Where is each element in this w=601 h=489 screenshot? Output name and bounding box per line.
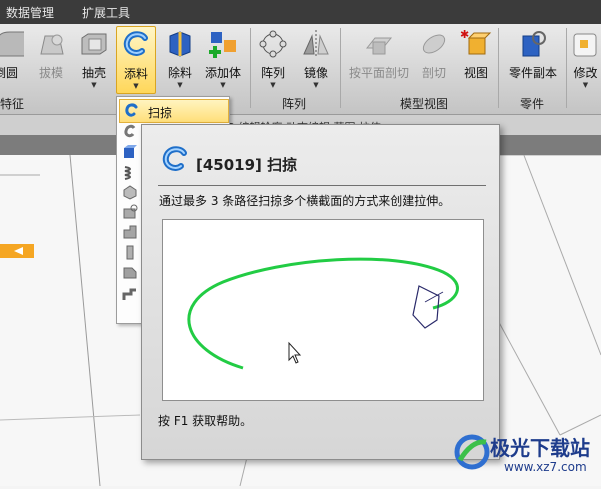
helix-icon — [122, 164, 138, 180]
view-button[interactable]: ✱ 视图 — [460, 26, 492, 92]
ribbon-separator — [566, 28, 567, 108]
add-body-button[interactable]: 添加体 ▼ — [202, 26, 244, 92]
ribbon-separator — [340, 28, 341, 108]
add-material-icon — [120, 29, 152, 61]
plane-section-icon — [363, 28, 395, 60]
modify-icon — [570, 28, 601, 60]
plane-section-button[interactable]: 按平面剖切 — [346, 26, 412, 92]
group-label-pattern: 阵列 — [282, 97, 307, 111]
sweep-icon — [123, 103, 139, 119]
remove-material-dropdown-arrow[interactable]: ▼ — [162, 81, 198, 89]
pattern-button[interactable]: 阵列 ▼ — [256, 26, 290, 92]
rib-icon — [122, 244, 138, 260]
modify-button[interactable]: 修改 ▼ — [570, 26, 601, 92]
draft-button[interactable]: 拔模 — [32, 26, 70, 92]
mirror-button[interactable]: 镜像 ▼ — [298, 26, 334, 92]
tooltip-help-hint: 按 F1 获取帮助。 — [158, 414, 253, 428]
tooltip-description: 通过最多 3 条路径扫掠多个横截面的方式来创建拉伸。 — [159, 194, 451, 208]
menu-extension-tools[interactable]: 扩展工具 — [68, 4, 144, 21]
tooltip-divider — [158, 185, 486, 186]
watermark-logo-icon — [454, 434, 490, 470]
section-button[interactable]: 剖切 — [418, 26, 450, 92]
fillet-button[interactable]: 倒圆 — [0, 26, 24, 92]
add-body-dropdown-arrow[interactable]: ▼ — [202, 81, 244, 89]
site-watermark: 极光下载站 www.xz7.com — [452, 428, 601, 486]
ribbon-separator — [250, 28, 251, 108]
ribbon-separator — [498, 28, 499, 108]
add-material-button[interactable]: 添料 ▼ — [116, 26, 156, 94]
draft-label: 拔模 — [38, 66, 63, 80]
pattern-label: 阵列 — [260, 66, 285, 80]
svg-text:✱: ✱ — [460, 28, 469, 41]
tooltip-title: [45019] 扫掠 — [196, 156, 298, 174]
modify-dropdown-arrow[interactable]: ▼ — [570, 81, 601, 89]
thread-icon — [122, 286, 138, 302]
add-material-label: 添料 — [123, 67, 148, 81]
sweep-icon — [160, 145, 190, 175]
pattern-icon — [257, 28, 289, 60]
pattern-dropdown-arrow[interactable]: ▼ — [256, 81, 290, 89]
ribbon-toolbar: 倒圆 拔模 抽壳 ▼ 添料 ▼ 除料 ▼ 添加体 ▼ — [0, 24, 601, 115]
loft-icon — [122, 184, 138, 200]
modify-label: 修改 — [573, 66, 598, 80]
group-label-part: 零件 — [520, 97, 545, 111]
fillet-label: 倒圆 — [0, 66, 18, 80]
part-copy-button[interactable]: 零件副本 — [504, 26, 562, 92]
remove-material-label: 除料 — [167, 66, 192, 80]
remove-material-icon — [164, 28, 196, 60]
sweep2-icon — [122, 124, 138, 140]
tooltip-preview-image — [162, 219, 484, 401]
watermark-brand: 极光下载站 — [490, 436, 590, 460]
menu-data-management[interactable]: 数据管理 — [0, 4, 68, 21]
sweep-path-curve — [187, 257, 459, 370]
revolve-icon — [122, 204, 138, 220]
dropdown-item-sweep[interactable]: 扫掠 — [119, 99, 229, 123]
add-material-dropdown-arrow[interactable]: ▼ — [117, 82, 155, 90]
menu-bar: 数据管理 扩展工具 — [0, 0, 601, 24]
mouse-cursor — [288, 341, 302, 364]
view-icon: ✱ — [460, 28, 492, 60]
shell-label: 抽壳 — [81, 66, 106, 80]
add-body-label: 添加体 — [204, 66, 241, 80]
group-label-feature: 特征 — [0, 97, 25, 111]
section-label: 剖切 — [421, 66, 446, 80]
collapse-tab-button[interactable] — [0, 244, 34, 258]
shell-icon — [78, 28, 110, 60]
web-icon — [122, 264, 138, 280]
mirror-icon — [300, 28, 332, 60]
group-label-model-view: 模型视图 — [400, 97, 449, 111]
shell-button[interactable]: 抽壳 ▼ — [76, 26, 112, 92]
mirror-dropdown-arrow[interactable]: ▼ — [298, 81, 334, 89]
fillet-icon — [0, 28, 24, 60]
command-tooltip: [45019] 扫掠 通过最多 3 条路径扫掠多个横截面的方式来创建拉伸。 按 … — [141, 124, 500, 460]
draft-icon — [35, 28, 67, 60]
add-body-icon — [207, 28, 239, 60]
extrude-icon — [122, 144, 138, 160]
view-label: 视图 — [463, 66, 488, 80]
plane-section-label: 按平面剖切 — [348, 66, 409, 80]
shell-dropdown-arrow[interactable]: ▼ — [76, 81, 112, 89]
boss-icon — [122, 224, 138, 240]
sweep-preview-illustration — [187, 257, 459, 370]
section-icon — [418, 28, 450, 60]
part-copy-label: 零件副本 — [508, 66, 557, 80]
watermark-url: www.xz7.com — [504, 460, 587, 474]
dropdown-item-sweep-label: 扫掠 — [148, 106, 173, 120]
mirror-label: 镜像 — [303, 66, 328, 80]
part-copy-icon — [517, 28, 549, 60]
remove-material-button[interactable]: 除料 ▼ — [162, 26, 198, 92]
